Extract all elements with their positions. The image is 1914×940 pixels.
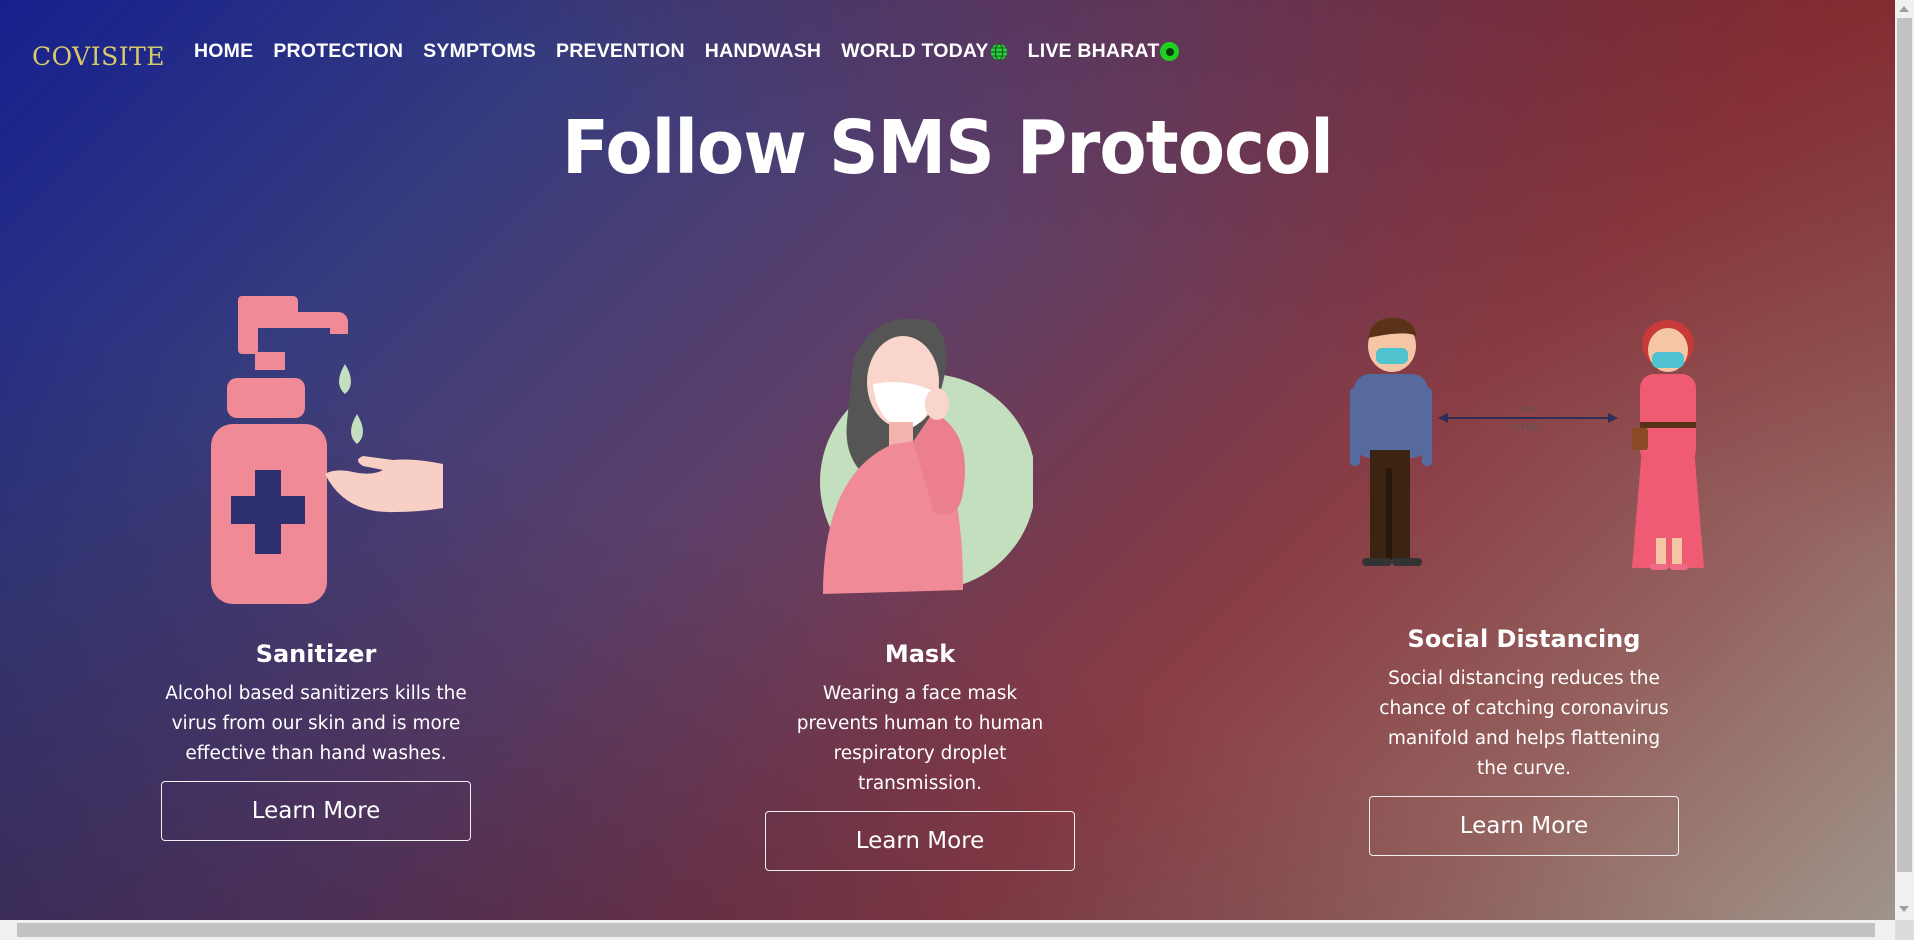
nav-handwash[interactable]: HANDWASH <box>705 40 821 63</box>
main-nav: HOME PROTECTION SYMPTOMS PREVENTION HAND… <box>194 40 1199 63</box>
nav-prevention[interactable]: PREVENTION <box>556 40 685 63</box>
scrollbar-corner <box>1895 920 1914 940</box>
card-sanitizer-text: Alcohol based sanitizers kills the virus… <box>165 683 467 764</box>
scroll-down-icon[interactable] <box>1899 906 1909 912</box>
card-mask-title: Mask <box>884 640 956 668</box>
nav-symptoms-label: SYMPTOMS <box>423 40 536 62</box>
live-indicator-icon <box>1160 42 1180 61</box>
card-social-distancing-title: Social Distancing <box>1407 625 1641 653</box>
nav-protection-label: PROTECTION <box>273 40 404 62</box>
page-background: COVISITE HOME PROTECTION SYMPTOMS PREVEN… <box>0 0 1895 920</box>
social-distancing-illustration: 2m 6 FEET <box>1350 318 1704 570</box>
learn-more-sanitizer-button[interactable]: Learn More <box>161 781 471 841</box>
nav-symptoms[interactable]: SYMPTOMS <box>423 40 536 63</box>
vertical-scroll-thumb[interactable] <box>1897 18 1912 872</box>
card-mask-text: Wearing a face mask prevents human to hu… <box>796 683 1044 794</box>
horizontal-scrollbar[interactable] <box>0 920 1895 940</box>
learn-more-social-distancing-button[interactable]: Learn More <box>1369 796 1679 856</box>
mask-illustration <box>820 318 1033 594</box>
distance-label-top: 2m <box>1521 405 1536 415</box>
nav-protection[interactable]: PROTECTION <box>273 40 403 63</box>
nav-world-today[interactable]: WORLD TODAY <box>841 40 1007 63</box>
learn-more-mask-button[interactable]: Learn More <box>765 811 1075 871</box>
card-sanitizer-title: Sanitizer <box>255 640 377 668</box>
nav-live-bharat[interactable]: LIVE BHARAT <box>1028 40 1180 63</box>
globe-icon <box>990 42 1007 61</box>
vertical-scrollbar[interactable] <box>1895 0 1914 920</box>
page-title: Follow SMS Protocol <box>562 105 1334 191</box>
scroll-up-icon[interactable] <box>1899 6 1909 12</box>
card-mask: Mask Wearing a face mask prevents human … <box>765 640 1075 871</box>
horizontal-scroll-thumb[interactable] <box>17 923 1875 937</box>
sanitizer-illustration <box>211 296 443 604</box>
nav-world-today-label: WORLD TODAY <box>841 40 989 62</box>
nav-live-bharat-label: LIVE BHARAT <box>1027 40 1160 62</box>
nav-home[interactable]: HOME <box>194 40 253 63</box>
card-sanitizer: Sanitizer Alcohol based sanitizers kills… <box>161 640 471 841</box>
nav-prevention-label: PREVENTION <box>556 40 685 62</box>
distance-label-bottom: 6 FEET <box>1513 423 1544 433</box>
nav-handwash-label: HANDWASH <box>704 40 822 62</box>
nav-home-label: HOME <box>194 40 254 62</box>
card-social-distancing-text: Social distancing reduces the chance of … <box>1379 668 1669 779</box>
brand-logo[interactable]: COVISITE <box>32 42 165 71</box>
card-social-distancing: Social Distancing Social distancing redu… <box>1369 625 1679 856</box>
